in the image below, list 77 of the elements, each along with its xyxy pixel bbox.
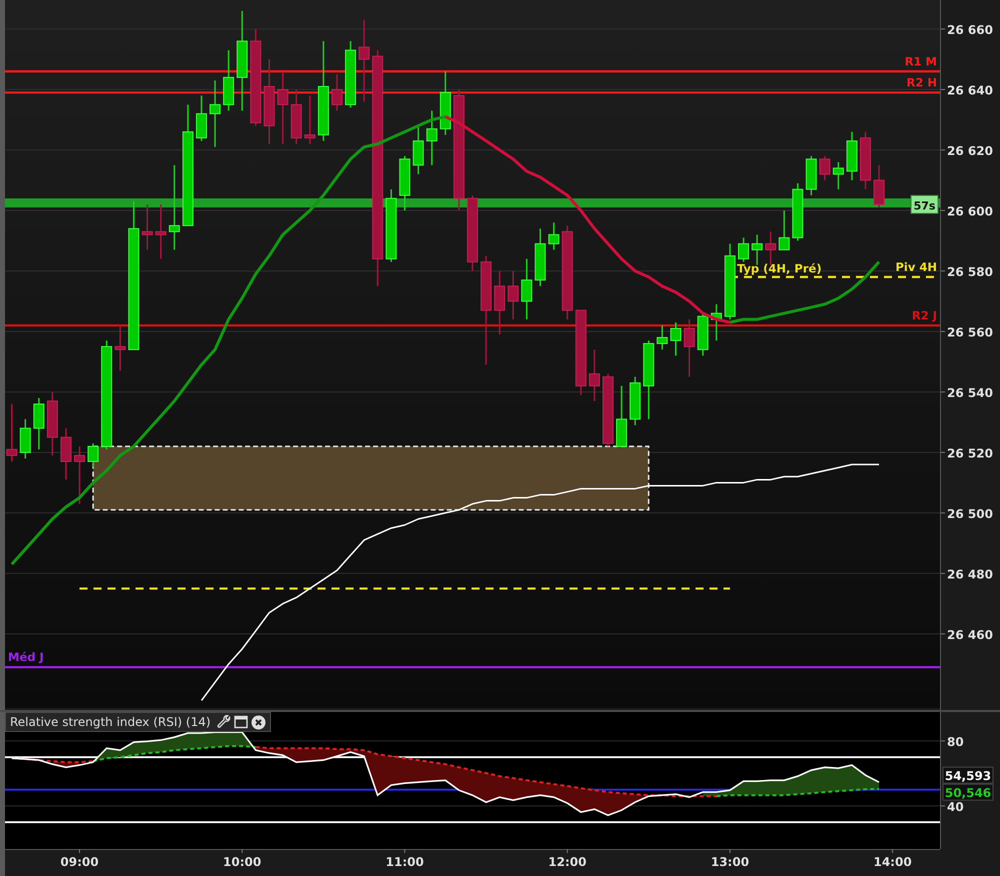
price-axis-label: 26 640	[947, 84, 993, 98]
rsi-axis-label: 80	[947, 734, 964, 749]
price-axis-label: 26 580	[947, 264, 993, 279]
window-icon[interactable]	[234, 715, 248, 729]
candlestick	[616, 386, 628, 447]
candlestick	[710, 304, 722, 341]
candlestick	[155, 204, 166, 259]
candlestick	[20, 419, 31, 458]
candlestick	[33, 398, 44, 450]
candlestick	[345, 41, 356, 108]
candlestick	[46, 392, 58, 456]
candlestick	[6, 404, 18, 462]
candlestick	[534, 228, 546, 286]
candlestick	[142, 204, 153, 250]
price-axis-label: 26 480	[947, 567, 993, 582]
candlestick	[792, 183, 804, 241]
candlestick	[440, 71, 451, 135]
time-axis-label: 13:00	[710, 855, 750, 869]
countdown-badge: 57s	[910, 194, 938, 214]
candlestick	[752, 234, 763, 265]
level-label: R1 M	[904, 54, 937, 68]
candlestick	[697, 313, 708, 356]
price-axis-label: 26 600	[947, 204, 993, 218]
time-axis-label: 11:00	[386, 855, 424, 869]
candlestick	[223, 50, 234, 111]
candlestick	[210, 80, 221, 147]
candlestick	[860, 132, 871, 190]
rsi-axis-label: 40	[947, 800, 964, 814]
candlestick	[846, 132, 858, 180]
candlestick	[60, 428, 72, 480]
candlestick	[304, 96, 316, 144]
candlestick	[88, 443, 99, 468]
price-axis-label: 26 540	[947, 386, 993, 400]
candlestick	[832, 162, 844, 190]
candlestick	[819, 156, 830, 180]
level-label: Piv 4H	[896, 260, 937, 274]
level-label: Méd J	[8, 650, 44, 664]
candlestick	[684, 319, 695, 377]
candlestick	[196, 96, 207, 141]
rsi-reading-label: 54,593	[942, 766, 994, 784]
settings-icon[interactable]	[216, 715, 231, 729]
candlestick	[548, 222, 560, 250]
price-axis-label: 26 460	[947, 628, 993, 642]
candlestick	[588, 350, 600, 402]
candlestick	[874, 165, 885, 208]
candlestick	[290, 90, 302, 144]
price-axis-label: 26 500	[947, 506, 993, 521]
candlestick	[806, 156, 817, 196]
candlestick	[426, 110, 438, 166]
candlestick	[656, 325, 668, 350]
rsi-reading-label: 50,546	[942, 784, 994, 801]
candlestick	[494, 270, 506, 334]
candlestick	[630, 376, 641, 426]
candlestick	[399, 156, 410, 210]
candlestick	[670, 322, 682, 356]
time-axis-label: 09:00	[60, 855, 99, 869]
level-label: R2 H	[906, 76, 937, 90]
candlestick	[738, 238, 750, 262]
candlestick	[332, 74, 342, 111]
candlestick	[74, 446, 86, 504]
candlestick	[765, 232, 776, 265]
price-axis-label: 26 620	[947, 144, 993, 158]
candlestick	[412, 126, 424, 174]
close-icon[interactable]	[250, 714, 266, 730]
time-axis-label: 10:00	[223, 855, 262, 869]
level-label: R2 J	[912, 308, 937, 322]
level-label: Typ (4H, Pré)	[736, 262, 822, 276]
candlestick	[521, 258, 532, 320]
candlestick	[508, 270, 519, 320]
candlestick	[778, 210, 790, 250]
candlestick	[114, 325, 126, 371]
price-axis-label: 26 660	[947, 23, 993, 38]
time-axis-label: 12:00	[548, 855, 586, 869]
indicator-title: Relative strength index (RSI) (14)	[10, 715, 211, 729]
time-axis-label: 14:00	[873, 855, 912, 869]
price-axis-label: 26 560	[947, 325, 993, 340]
price-axis-label: 26 520	[947, 446, 993, 460]
